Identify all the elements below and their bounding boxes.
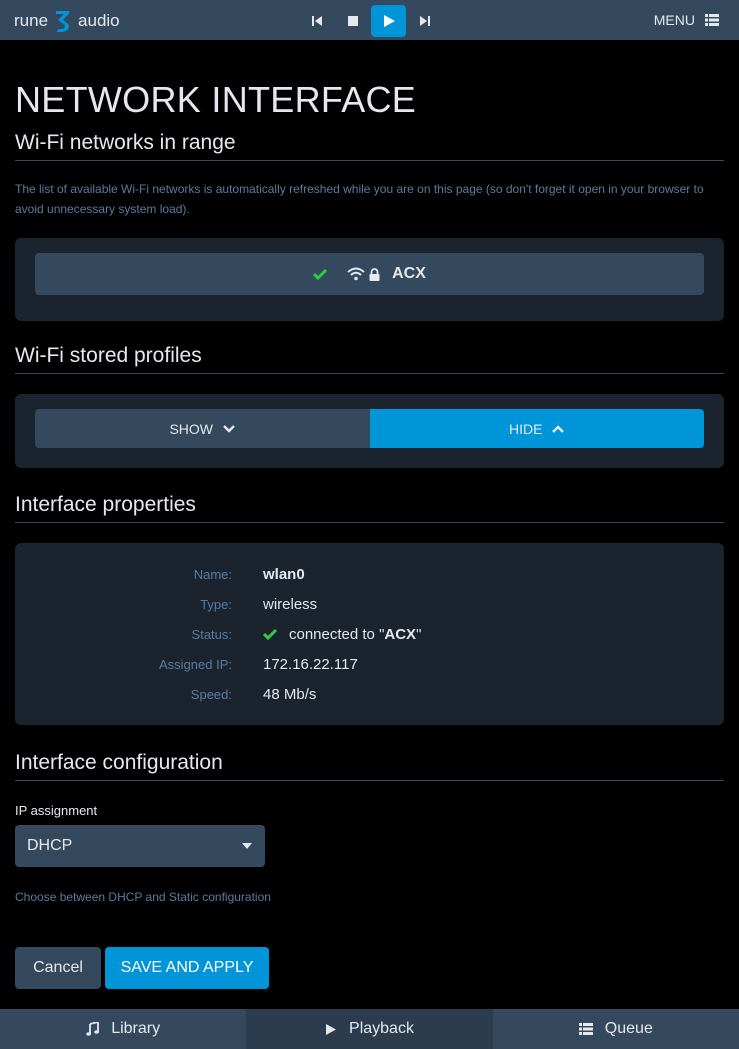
wifi-icon bbox=[347, 267, 365, 281]
cancel-button[interactable]: Cancel bbox=[15, 947, 101, 989]
menu-button[interactable]: MENU bbox=[654, 11, 719, 29]
next-button[interactable] bbox=[407, 5, 442, 37]
playback-label: Playback bbox=[349, 1020, 414, 1037]
wifi-range-title: Wi-Fi networks in range bbox=[15, 130, 724, 161]
ip-assignment-value: DHCP bbox=[27, 837, 73, 854]
interface-configuration-title: Interface configuration bbox=[15, 750, 724, 781]
prop-row-name: Name: wlan0 bbox=[15, 559, 724, 589]
status-suffix: " bbox=[416, 625, 422, 643]
prop-label-speed: Speed: bbox=[190, 686, 232, 702]
prop-label-status: Status: bbox=[191, 626, 232, 642]
hide-profiles-button[interactable]: HIDE bbox=[369, 409, 704, 448]
stop-icon bbox=[347, 16, 358, 26]
previous-icon bbox=[311, 16, 322, 26]
prop-value-type: wireless bbox=[263, 595, 318, 613]
interface-properties-panel: Name: wlan0 Type: wireless Status: conne… bbox=[15, 543, 724, 725]
page-title: NETWORK INTERFACE bbox=[15, 79, 417, 120]
previous-button[interactable] bbox=[299, 5, 334, 37]
prop-value-ip: 172.16.22.117 bbox=[263, 655, 358, 673]
prop-value-status: connected to " ACX " bbox=[263, 626, 421, 643]
stop-button[interactable] bbox=[335, 5, 370, 37]
transport-controls bbox=[299, 5, 443, 37]
play-icon bbox=[326, 1023, 337, 1035]
list-icon bbox=[705, 14, 719, 26]
music-note-icon bbox=[86, 1022, 100, 1036]
chevron-up-icon bbox=[552, 424, 565, 433]
queue-tab[interactable]: Queue bbox=[493, 1009, 739, 1049]
prop-row-status: Status: connected to " ACX " bbox=[15, 619, 724, 649]
lock-icon bbox=[369, 267, 380, 281]
form-actions: Cancel SAVE AND APPLY bbox=[15, 947, 724, 989]
logo[interactable]: rune audio bbox=[14, 8, 120, 34]
prop-value-speed: 48 Mb/s bbox=[263, 685, 317, 703]
status-ssid: ACX bbox=[384, 625, 417, 643]
ip-assignment-help: Choose between DHCP and Static configura… bbox=[15, 890, 271, 904]
save-and-apply-button[interactable]: SAVE AND APPLY bbox=[105, 947, 269, 989]
bottom-bar: Library Playback Queue bbox=[0, 1009, 739, 1049]
library-tab[interactable]: Library bbox=[0, 1009, 246, 1049]
interface-properties-title: Interface properties bbox=[15, 492, 724, 523]
next-icon bbox=[419, 16, 430, 26]
play-button[interactable] bbox=[371, 5, 406, 37]
logo-text-right: audio bbox=[78, 11, 120, 30]
wifi-profiles-title: Wi-Fi stored profiles bbox=[15, 343, 724, 374]
prop-label-type: Type: bbox=[200, 596, 232, 612]
logo-mark-icon bbox=[52, 8, 74, 34]
ip-assignment-label: IP assignment bbox=[15, 803, 98, 818]
network-item-acx[interactable]: ACX bbox=[35, 253, 704, 295]
prop-label-name: Name: bbox=[193, 566, 232, 582]
profiles-toggle: SHOW HIDE bbox=[35, 409, 704, 448]
top-bar: rune audio MENU bbox=[0, 0, 739, 40]
list-icon bbox=[578, 1023, 593, 1035]
hide-label: HIDE bbox=[509, 420, 543, 437]
wifi-range-help: The list of available Wi-Fi networks is … bbox=[15, 182, 704, 216]
prop-row-type: Type: wireless bbox=[15, 589, 724, 619]
ip-assignment-select[interactable]: DHCP bbox=[15, 825, 265, 867]
wifi-profiles-panel: SHOW HIDE bbox=[15, 394, 724, 468]
logo-text-left: rune bbox=[14, 11, 49, 30]
queue-label: Queue bbox=[604, 1020, 653, 1037]
prop-row-ip: Assigned IP: 172.16.22.117 bbox=[15, 649, 724, 679]
chevron-down-icon bbox=[223, 424, 235, 433]
prop-row-speed: Speed: 48 Mb/s bbox=[15, 679, 724, 709]
playback-tab[interactable]: Playback bbox=[246, 1009, 493, 1049]
wifi-networks-panel: ACX bbox=[15, 238, 724, 321]
check-icon bbox=[263, 628, 277, 640]
prop-value-name: wlan0 bbox=[263, 565, 305, 583]
library-label: Library bbox=[111, 1020, 161, 1037]
main-content: NETWORK INTERFACE Wi-Fi networks in rang… bbox=[15, 40, 724, 989]
check-icon bbox=[313, 268, 328, 280]
menu-label: MENU bbox=[653, 12, 695, 28]
show-label: SHOW bbox=[169, 420, 214, 437]
status-prefix: connected to " bbox=[289, 625, 385, 643]
network-ssid: ACX bbox=[392, 265, 426, 282]
caret-down-icon bbox=[242, 843, 252, 849]
prop-label-ip: Assigned IP: bbox=[159, 656, 232, 672]
play-icon bbox=[383, 15, 395, 27]
show-profiles-button[interactable]: SHOW bbox=[35, 409, 370, 448]
